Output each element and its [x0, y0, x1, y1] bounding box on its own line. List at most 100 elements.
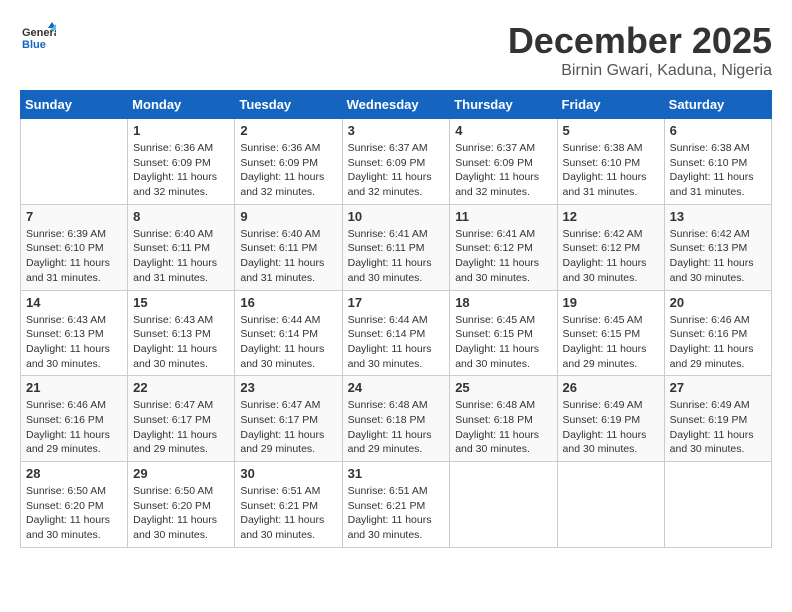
day-number: 26	[563, 380, 659, 395]
calendar-cell: 12Sunrise: 6:42 AM Sunset: 6:12 PM Dayli…	[557, 204, 664, 290]
day-number: 3	[348, 123, 445, 138]
day-number: 13	[670, 209, 766, 224]
day-number: 2	[240, 123, 336, 138]
weekday-header-monday: Monday	[128, 91, 235, 119]
calendar-cell: 22 Sunrise: 6:47 AM Sunset: 6:17 PM Dayli…	[128, 376, 235, 462]
calendar-cell: 30 Sunrise: 6:51 AM Sunset: 6:21 PM Dayli…	[235, 462, 342, 548]
day-number: 5	[563, 123, 659, 138]
logo: General Blue	[20, 20, 56, 56]
day-number: 18	[455, 295, 551, 310]
day-info: Sunrise: 6:47 AM Sunset: 6:17 PM Dayligh…	[240, 398, 336, 457]
calendar-cell: 19Sunrise: 6:45 AM Sunset: 6:15 PM Dayli…	[557, 290, 664, 376]
weekday-header-thursday: Thursday	[450, 91, 557, 119]
weekday-header-saturday: Saturday	[664, 91, 771, 119]
calendar-cell: 8 Sunrise: 6:40 AM Sunset: 6:11 PM Daylig…	[128, 204, 235, 290]
calendar-cell: 20 Sunrise: 6:46 AM Sunset: 6:16 PM Dayli…	[664, 290, 771, 376]
day-info: Sunrise: 6:37 AM Sunset: 6:09 PM Dayligh…	[455, 141, 551, 200]
calendar-cell: 11Sunrise: 6:41 AM Sunset: 6:12 PM Dayli…	[450, 204, 557, 290]
day-info: Sunrise: 6:38 AM Sunset: 6:10 PM Dayligh…	[670, 141, 766, 200]
day-info: Sunrise: 6:45 AM Sunset: 6:15 PM Dayligh…	[455, 313, 551, 372]
day-number: 20	[670, 295, 766, 310]
day-number: 6	[670, 123, 766, 138]
calendar-week-5: 28Sunrise: 6:50 AM Sunset: 6:20 PM Dayli…	[21, 462, 772, 548]
day-number: 29	[133, 466, 229, 481]
day-info: Sunrise: 6:37 AM Sunset: 6:09 PM Dayligh…	[348, 141, 445, 200]
calendar-cell: 27 Sunrise: 6:49 AM Sunset: 6:19 PM Dayli…	[664, 376, 771, 462]
day-number: 11	[455, 209, 551, 224]
calendar-week-3: 14 Sunrise: 6:43 AM Sunset: 6:13 PM Dayli…	[21, 290, 772, 376]
day-info: Sunrise: 6:50 AM Sunset: 6:20 PM Dayligh…	[26, 484, 122, 543]
calendar-cell: 21 Sunrise: 6:46 AM Sunset: 6:16 PM Dayli…	[21, 376, 128, 462]
calendar-cell: 25 Sunrise: 6:48 AM Sunset: 6:18 PM Dayli…	[450, 376, 557, 462]
calendar-cell: 24Sunrise: 6:48 AM Sunset: 6:18 PM Dayli…	[342, 376, 450, 462]
day-info: Sunrise: 6:43 AM Sunset: 6:13 PM Dayligh…	[133, 313, 229, 372]
day-number: 25	[455, 380, 551, 395]
day-info: Sunrise: 6:42 AM Sunset: 6:13 PM Dayligh…	[670, 227, 766, 286]
calendar-cell: 4 Sunrise: 6:37 AM Sunset: 6:09 PM Daylig…	[450, 119, 557, 205]
day-info: Sunrise: 6:41 AM Sunset: 6:11 PM Dayligh…	[348, 227, 445, 286]
calendar-cell: 7 Sunrise: 6:39 AM Sunset: 6:10 PM Daylig…	[21, 204, 128, 290]
day-number: 27	[670, 380, 766, 395]
day-number: 19	[563, 295, 659, 310]
calendar-cell: 14 Sunrise: 6:43 AM Sunset: 6:13 PM Dayli…	[21, 290, 128, 376]
day-info: Sunrise: 6:51 AM Sunset: 6:21 PM Dayligh…	[348, 484, 445, 543]
day-info: Sunrise: 6:40 AM Sunset: 6:11 PM Dayligh…	[133, 227, 229, 286]
calendar-cell: 18 Sunrise: 6:45 AM Sunset: 6:15 PM Dayli…	[450, 290, 557, 376]
day-info: Sunrise: 6:49 AM Sunset: 6:19 PM Dayligh…	[670, 398, 766, 457]
day-info: Sunrise: 6:39 AM Sunset: 6:10 PM Dayligh…	[26, 227, 122, 286]
day-number: 7	[26, 209, 122, 224]
calendar-cell: 9Sunrise: 6:40 AM Sunset: 6:11 PM Daylig…	[235, 204, 342, 290]
month-title: December 2025	[508, 20, 772, 62]
weekday-header-tuesday: Tuesday	[235, 91, 342, 119]
day-info: Sunrise: 6:46 AM Sunset: 6:16 PM Dayligh…	[26, 398, 122, 457]
day-number: 15	[133, 295, 229, 310]
day-info: Sunrise: 6:48 AM Sunset: 6:18 PM Dayligh…	[348, 398, 445, 457]
day-number: 16	[240, 295, 336, 310]
weekday-header-friday: Friday	[557, 91, 664, 119]
calendar-table: SundayMondayTuesdayWednesdayThursdayFrid…	[20, 90, 772, 548]
calendar-cell: 15 Sunrise: 6:43 AM Sunset: 6:13 PM Dayli…	[128, 290, 235, 376]
calendar-cell	[21, 119, 128, 205]
calendar-cell: 10 Sunrise: 6:41 AM Sunset: 6:11 PM Dayli…	[342, 204, 450, 290]
day-number: 22	[133, 380, 229, 395]
day-info: Sunrise: 6:44 AM Sunset: 6:14 PM Dayligh…	[240, 313, 336, 372]
calendar-cell: 26 Sunrise: 6:49 AM Sunset: 6:19 PM Dayli…	[557, 376, 664, 462]
calendar-cell: 28Sunrise: 6:50 AM Sunset: 6:20 PM Dayli…	[21, 462, 128, 548]
day-number: 17	[348, 295, 445, 310]
logo-icon: General Blue	[20, 20, 56, 56]
day-info: Sunrise: 6:43 AM Sunset: 6:13 PM Dayligh…	[26, 313, 122, 372]
day-number: 30	[240, 466, 336, 481]
day-number: 31	[348, 466, 445, 481]
calendar-cell	[450, 462, 557, 548]
day-number: 12	[563, 209, 659, 224]
day-info: Sunrise: 6:36 AM Sunset: 6:09 PM Dayligh…	[133, 141, 229, 200]
day-info: Sunrise: 6:36 AM Sunset: 6:09 PM Dayligh…	[240, 141, 336, 200]
day-number: 10	[348, 209, 445, 224]
day-info: Sunrise: 6:38 AM Sunset: 6:10 PM Dayligh…	[563, 141, 659, 200]
day-info: Sunrise: 6:50 AM Sunset: 6:20 PM Dayligh…	[133, 484, 229, 543]
day-info: Sunrise: 6:46 AM Sunset: 6:16 PM Dayligh…	[670, 313, 766, 372]
calendar-cell	[664, 462, 771, 548]
day-number: 14	[26, 295, 122, 310]
day-info: Sunrise: 6:48 AM Sunset: 6:18 PM Dayligh…	[455, 398, 551, 457]
day-number: 1	[133, 123, 229, 138]
calendar-cell: 23 Sunrise: 6:47 AM Sunset: 6:17 PM Dayli…	[235, 376, 342, 462]
calendar-cell: 6 Sunrise: 6:38 AM Sunset: 6:10 PM Daylig…	[664, 119, 771, 205]
calendar-cell: 16 Sunrise: 6:44 AM Sunset: 6:14 PM Dayli…	[235, 290, 342, 376]
location: Birnin Gwari, Kaduna, Nigeria	[508, 62, 772, 80]
calendar-cell: 17Sunrise: 6:44 AM Sunset: 6:14 PM Dayli…	[342, 290, 450, 376]
day-info: Sunrise: 6:40 AM Sunset: 6:11 PM Dayligh…	[240, 227, 336, 286]
day-info: Sunrise: 6:49 AM Sunset: 6:19 PM Dayligh…	[563, 398, 659, 457]
day-info: Sunrise: 6:51 AM Sunset: 6:21 PM Dayligh…	[240, 484, 336, 543]
day-number: 4	[455, 123, 551, 138]
day-info: Sunrise: 6:47 AM Sunset: 6:17 PM Dayligh…	[133, 398, 229, 457]
calendar-cell: 13 Sunrise: 6:42 AM Sunset: 6:13 PM Dayli…	[664, 204, 771, 290]
svg-text:Blue: Blue	[22, 39, 46, 51]
calendar-cell: 29 Sunrise: 6:50 AM Sunset: 6:20 PM Dayli…	[128, 462, 235, 548]
calendar-cell: 31 Sunrise: 6:51 AM Sunset: 6:21 PM Dayli…	[342, 462, 450, 548]
calendar-cell	[557, 462, 664, 548]
day-number: 21	[26, 380, 122, 395]
day-number: 8	[133, 209, 229, 224]
day-number: 23	[240, 380, 336, 395]
calendar-cell: 5 Sunrise: 6:38 AM Sunset: 6:10 PM Daylig…	[557, 119, 664, 205]
